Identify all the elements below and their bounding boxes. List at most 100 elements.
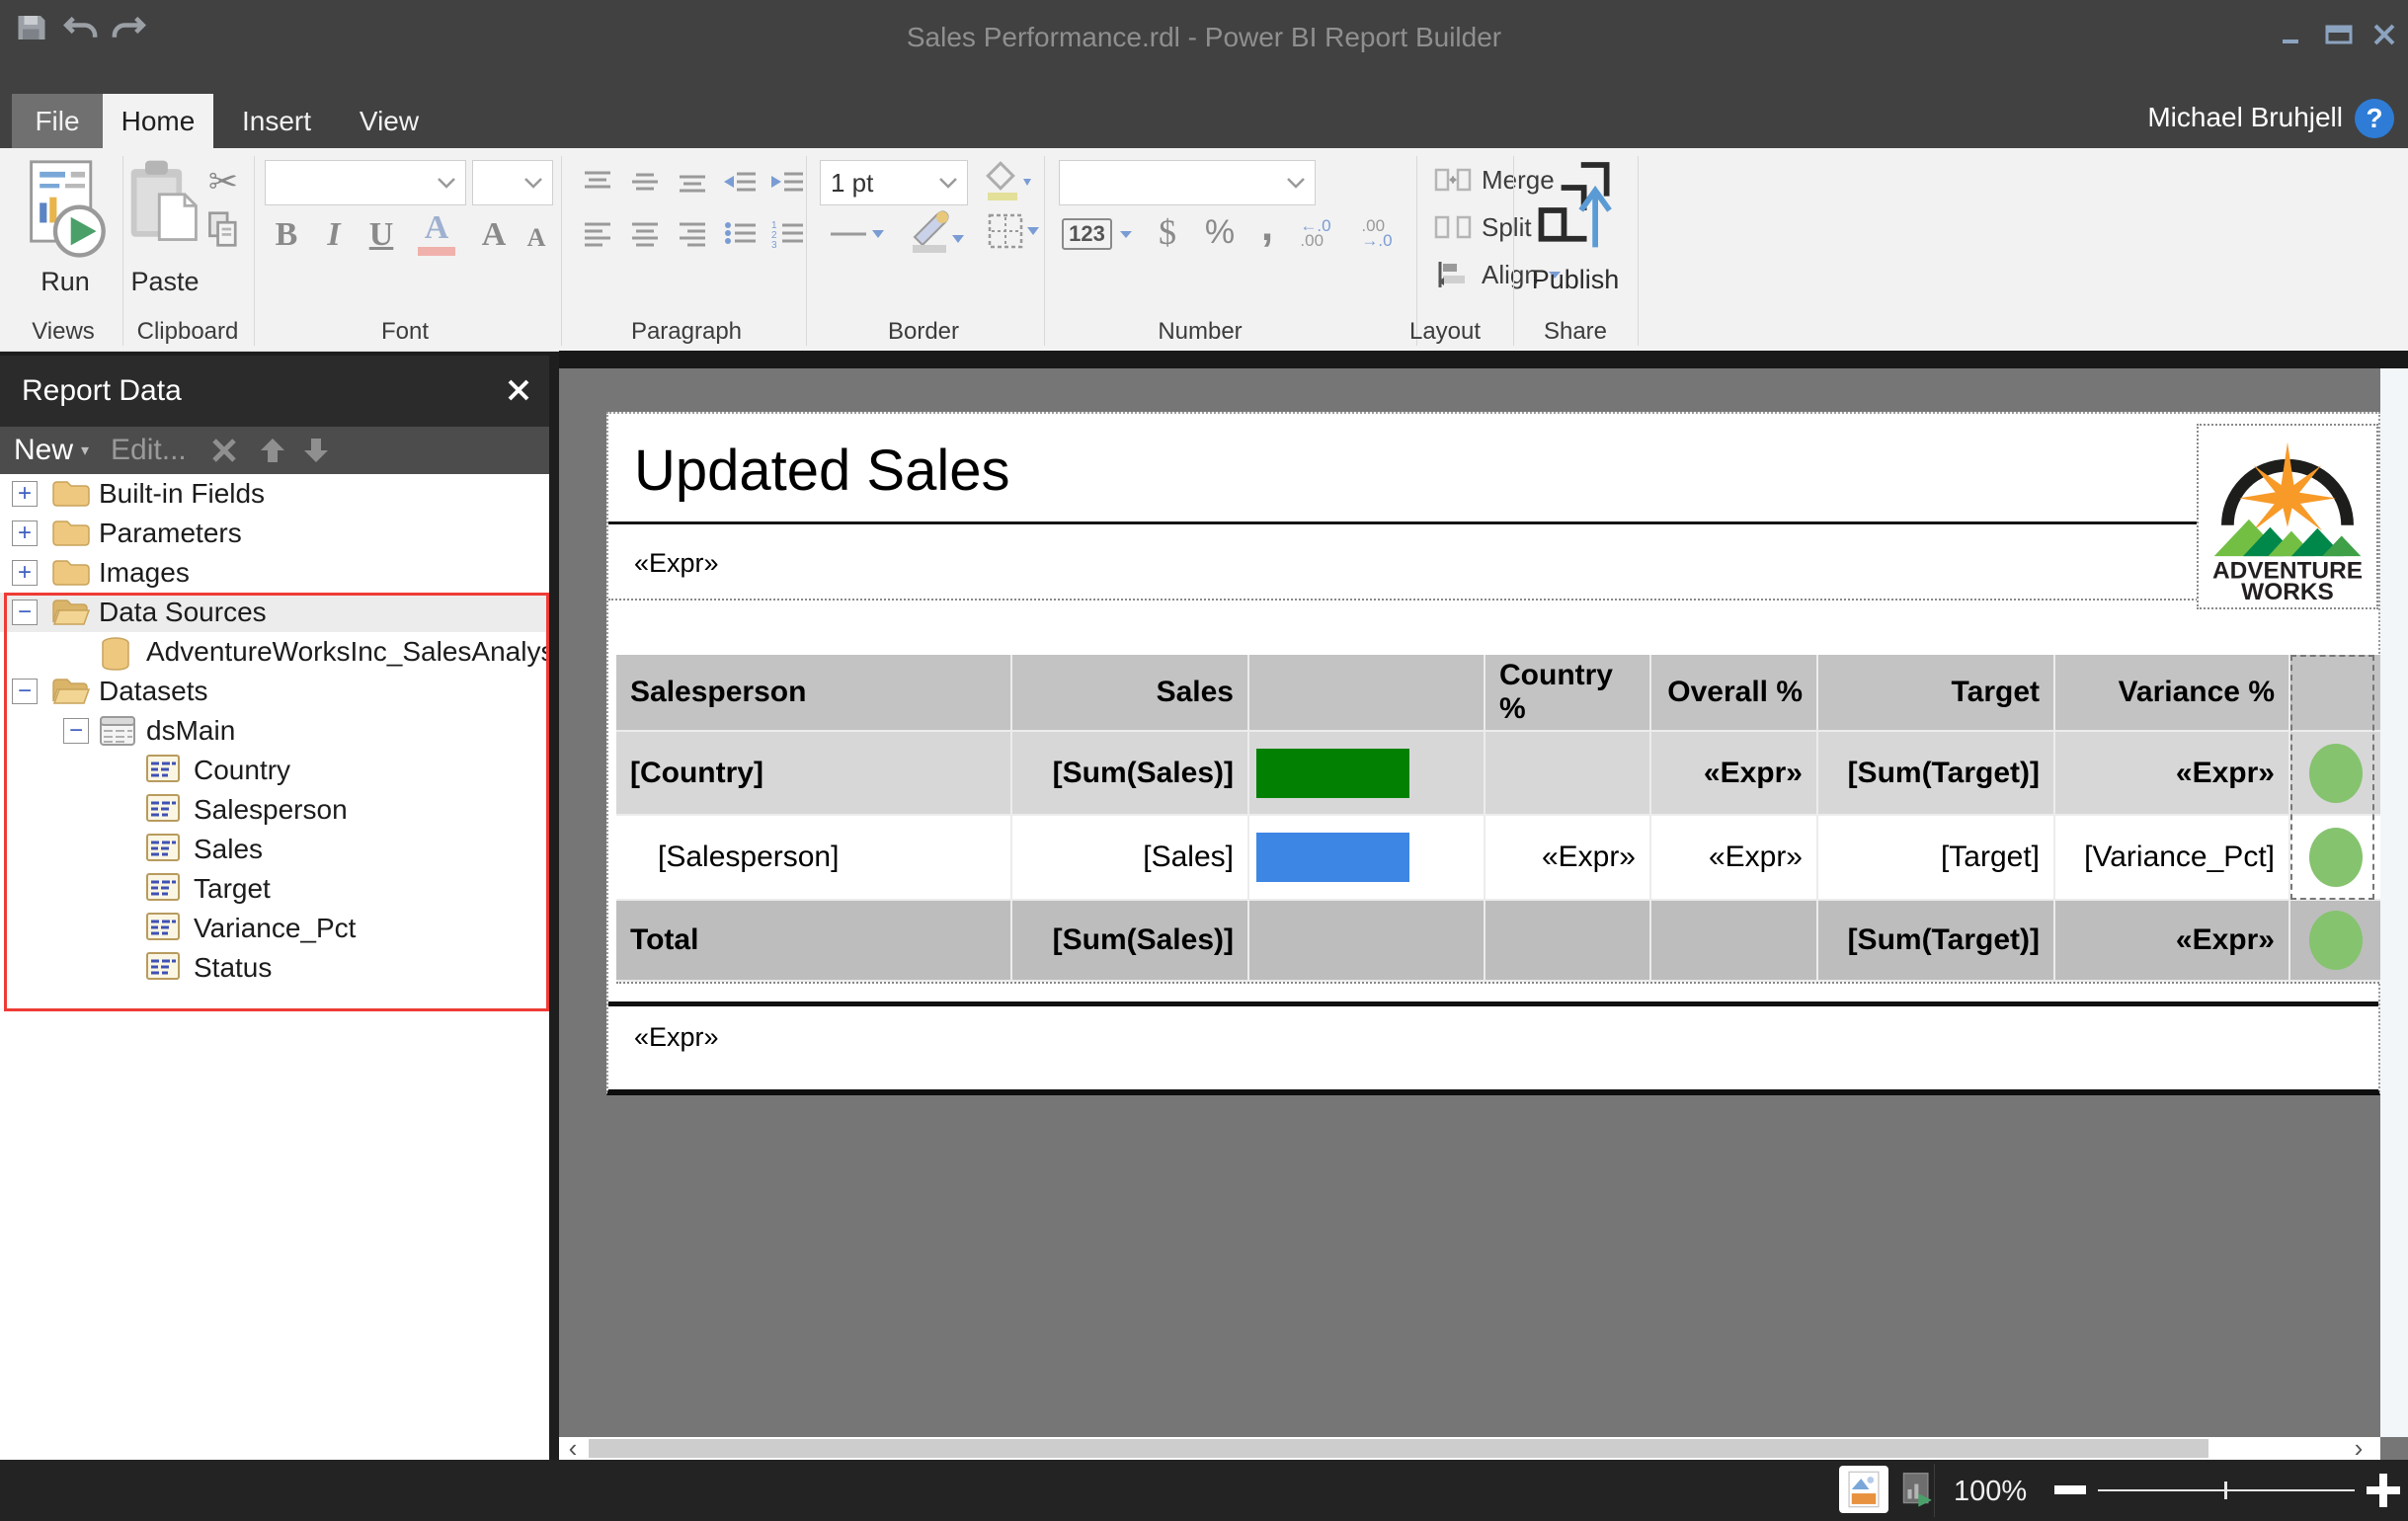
table-cell[interactable] bbox=[1485, 901, 1651, 982]
maximize-button[interactable] bbox=[2317, 18, 2361, 51]
split-button[interactable]: Split bbox=[1434, 205, 1532, 249]
underline-button[interactable]: U bbox=[360, 211, 403, 259]
tree-item-target[interactable]: Target bbox=[0, 869, 549, 909]
font-family-select[interactable] bbox=[265, 160, 466, 205]
column-header[interactable] bbox=[1249, 655, 1485, 732]
report-canvas[interactable]: Updated Sales «Expr» ADVENTURE WORKS Sal… bbox=[606, 412, 2382, 1095]
publish-button[interactable]: Publish bbox=[1526, 156, 1625, 295]
table-cell[interactable] bbox=[2290, 732, 2382, 816]
tab-view[interactable]: View bbox=[340, 94, 439, 148]
table-cell[interactable] bbox=[1651, 901, 1818, 982]
column-header[interactable]: Country % bbox=[1485, 655, 1651, 732]
table-cell[interactable]: «Expr» bbox=[1651, 816, 1818, 901]
align-left-button[interactable] bbox=[575, 211, 620, 255]
tree-item-country[interactable]: Country bbox=[0, 751, 549, 790]
tree-item-dsmain[interactable]: − dsMain bbox=[0, 711, 549, 751]
zoom-slider-thumb[interactable] bbox=[2224, 1481, 2227, 1499]
align-center-button[interactable] bbox=[622, 211, 668, 255]
header-expression-textbox[interactable]: «Expr» bbox=[608, 527, 2378, 600]
cut-icon[interactable]: ✂ bbox=[201, 160, 245, 203]
borders-button[interactable] bbox=[982, 207, 1045, 255]
fill-color-button[interactable] bbox=[976, 158, 1037, 207]
tree-item-data-sources[interactable]: − Data Sources bbox=[0, 593, 549, 632]
scroll-right-icon[interactable]: › bbox=[2345, 1435, 2372, 1461]
column-header[interactable]: Sales bbox=[1012, 655, 1249, 732]
copy-icon[interactable] bbox=[201, 207, 245, 251]
tree-item-adventureworksinc-salesanalysis[interactable]: AdventureWorksInc_SalesAnalysis bbox=[0, 632, 549, 672]
table-cell[interactable]: [Sum(Sales)] bbox=[1012, 732, 1249, 816]
font-color-button[interactable]: A bbox=[409, 207, 464, 259]
footer-expression-textbox[interactable]: «Expr» bbox=[608, 1001, 2378, 1091]
table-cell[interactable] bbox=[2290, 901, 2382, 982]
table-cell[interactable] bbox=[1485, 732, 1651, 816]
table-cell[interactable]: [Variance_Pct] bbox=[2055, 816, 2290, 901]
italic-button[interactable]: I bbox=[314, 211, 354, 259]
align-top-button[interactable] bbox=[575, 160, 620, 203]
currency-button[interactable]: $ bbox=[1146, 207, 1189, 257]
table-cell[interactable]: [Sum(Target)] bbox=[1818, 732, 2055, 816]
align-right-button[interactable] bbox=[670, 211, 715, 255]
table-cell[interactable] bbox=[1249, 732, 1485, 816]
run-button[interactable]: Run bbox=[18, 156, 113, 297]
move-down-icon[interactable] bbox=[301, 436, 331, 465]
tab-home[interactable]: Home bbox=[103, 94, 213, 148]
tree-item-status[interactable]: Status bbox=[0, 948, 549, 988]
tree-item-datasets[interactable]: − Datasets bbox=[0, 672, 549, 711]
report-title-textbox[interactable]: Updated Sales bbox=[608, 414, 2378, 524]
horizontal-scrollbar[interactable]: ‹ › bbox=[559, 1435, 2380, 1461]
new-dropdown-icon[interactable]: ▾ bbox=[81, 440, 89, 460]
tree-item-salesperson[interactable]: Salesperson bbox=[0, 790, 549, 830]
comma-button[interactable]: , bbox=[1250, 201, 1284, 251]
border-width-select[interactable]: 1 pt bbox=[820, 160, 968, 205]
help-icon[interactable]: ? bbox=[2355, 99, 2394, 138]
close-button[interactable] bbox=[2363, 18, 2406, 51]
tree-item-variance-pct[interactable]: Variance_Pct bbox=[0, 909, 549, 948]
border-color-button[interactable] bbox=[901, 205, 972, 257]
table-cell[interactable] bbox=[2290, 816, 2382, 901]
adventure-works-logo[interactable]: ADVENTURE WORKS bbox=[2197, 424, 2378, 609]
collapse-icon[interactable]: − bbox=[12, 600, 38, 625]
design-view-icon[interactable] bbox=[1839, 1466, 1888, 1513]
table-cell[interactable]: «Expr» bbox=[1651, 732, 1818, 816]
shrink-font-button[interactable]: A bbox=[518, 217, 555, 259]
number-format-button[interactable]: 123 bbox=[1059, 211, 1138, 257]
align-middle-button[interactable] bbox=[622, 160, 668, 203]
table-cell[interactable] bbox=[1249, 816, 1485, 901]
minimize-button[interactable] bbox=[2270, 18, 2313, 51]
horizontal-scrollbar-thumb[interactable] bbox=[589, 1439, 2208, 1458]
collapse-icon[interactable]: − bbox=[12, 679, 38, 704]
table-cell[interactable]: Total bbox=[616, 901, 1012, 982]
close-panel-icon[interactable] bbox=[506, 377, 531, 403]
zoom-out-button[interactable] bbox=[2054, 1485, 2086, 1494]
font-size-select[interactable] bbox=[472, 160, 553, 205]
column-header[interactable]: Salesperson bbox=[616, 655, 1012, 732]
design-surface[interactable]: Updated Sales «Expr» ADVENTURE WORKS Sal… bbox=[559, 351, 2408, 1461]
delete-icon[interactable] bbox=[210, 437, 238, 464]
table-cell[interactable]: «Expr» bbox=[2055, 901, 2290, 982]
expand-icon[interactable]: + bbox=[12, 520, 38, 546]
table-cell[interactable]: «Expr» bbox=[1485, 816, 1651, 901]
table-cell[interactable]: [Sum(Sales)] bbox=[1012, 901, 1249, 982]
expand-icon[interactable]: + bbox=[12, 481, 38, 507]
decrease-decimals-button[interactable]: .00 →.0 bbox=[1347, 209, 1406, 257]
bold-button[interactable]: B bbox=[265, 211, 308, 259]
increase-decimals-button[interactable]: ←.0.00 bbox=[1286, 209, 1345, 257]
table-cell[interactable]: «Expr» bbox=[2055, 732, 2290, 816]
scroll-left-icon[interactable]: ‹ bbox=[559, 1435, 587, 1461]
column-header[interactable]: Overall % bbox=[1651, 655, 1818, 732]
table-cell[interactable]: [Sales] bbox=[1012, 816, 1249, 901]
grow-font-button[interactable]: A bbox=[472, 211, 516, 259]
increase-indent-button[interactable] bbox=[764, 160, 810, 203]
numbered-list-button[interactable]: 123 bbox=[764, 211, 810, 255]
tablix[interactable]: Salesperson Sales Country % Overall % Target… bbox=[616, 655, 2382, 984]
tree-item-sales[interactable]: Sales bbox=[0, 830, 549, 869]
align-bottom-button[interactable] bbox=[670, 160, 715, 203]
tree-item-parameters[interactable]: + Parameters bbox=[0, 514, 549, 553]
column-header[interactable]: Variance % bbox=[2055, 655, 2290, 732]
tab-insert[interactable]: Insert bbox=[225, 94, 328, 148]
table-cell[interactable] bbox=[1249, 901, 1485, 982]
move-up-icon[interactable] bbox=[258, 436, 287, 465]
number-format-select[interactable] bbox=[1059, 160, 1316, 205]
expand-icon[interactable]: + bbox=[12, 560, 38, 586]
table-cell[interactable]: [Target] bbox=[1818, 816, 2055, 901]
